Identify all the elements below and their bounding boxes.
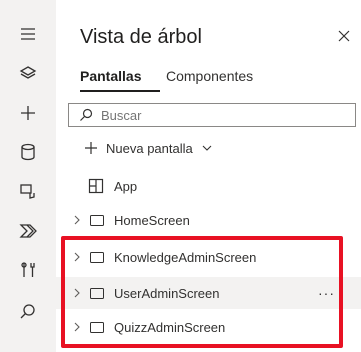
new-screen-button[interactable]: Nueva pantalla (84, 136, 213, 160)
layers-icon[interactable] (18, 64, 38, 84)
tree-item-homescreen[interactable]: HomeScreen (56, 204, 361, 236)
more-options-icon[interactable]: ··· (318, 285, 335, 301)
active-tab-indicator (80, 90, 160, 92)
new-screen-label: Nueva pantalla (106, 140, 193, 156)
search-icon[interactable] (18, 302, 38, 322)
close-icon[interactable] (336, 28, 352, 44)
tools-icon[interactable] (18, 260, 38, 280)
tree-item-quizzadminscreen[interactable]: QuizzAdminScreen (56, 311, 361, 343)
search-icon (80, 108, 93, 121)
tab-pantallas[interactable]: Pantallas (80, 68, 141, 84)
search-input[interactable] (101, 107, 331, 123)
chevron-right-icon[interactable] (72, 252, 82, 262)
app-icon (88, 178, 104, 194)
tree-item-label: HomeScreen (114, 212, 190, 228)
chevron-right-icon[interactable] (72, 288, 82, 298)
media-icon[interactable] (18, 181, 38, 201)
left-rail (0, 0, 56, 352)
hamburger-icon[interactable] (18, 24, 38, 44)
screen-icon (90, 214, 104, 226)
tree-item-knowledgeadminscreen[interactable]: KnowledgeAdminScreen (56, 241, 361, 273)
screen-icon (90, 321, 104, 333)
tree-item-useradminscreen[interactable]: UserAdminScreen ··· (56, 277, 361, 309)
tree-item-label: UserAdminScreen (114, 285, 220, 301)
tree-item-label: QuizzAdminScreen (114, 319, 226, 335)
chevron-down-icon (202, 145, 212, 151)
database-icon[interactable] (18, 142, 38, 162)
tree-item-app[interactable]: App (56, 170, 361, 202)
search-box[interactable] (68, 103, 356, 127)
tree-view-panel: Vista de árbol Pantallas Componentes Nue… (56, 0, 361, 352)
chevron-right-icon[interactable] (72, 322, 82, 332)
tree-item-label: App (114, 178, 138, 194)
panel-title: Vista de árbol (80, 26, 202, 48)
screen-icon (90, 287, 104, 299)
tab-componentes[interactable]: Componentes (166, 68, 253, 84)
screen-icon (90, 251, 104, 263)
plus-icon (85, 142, 97, 154)
chevron-right-icon[interactable] (72, 215, 82, 225)
plus-icon[interactable] (18, 103, 38, 123)
power-automate-icon[interactable] (18, 221, 38, 241)
tree-item-label: KnowledgeAdminScreen (114, 249, 257, 265)
